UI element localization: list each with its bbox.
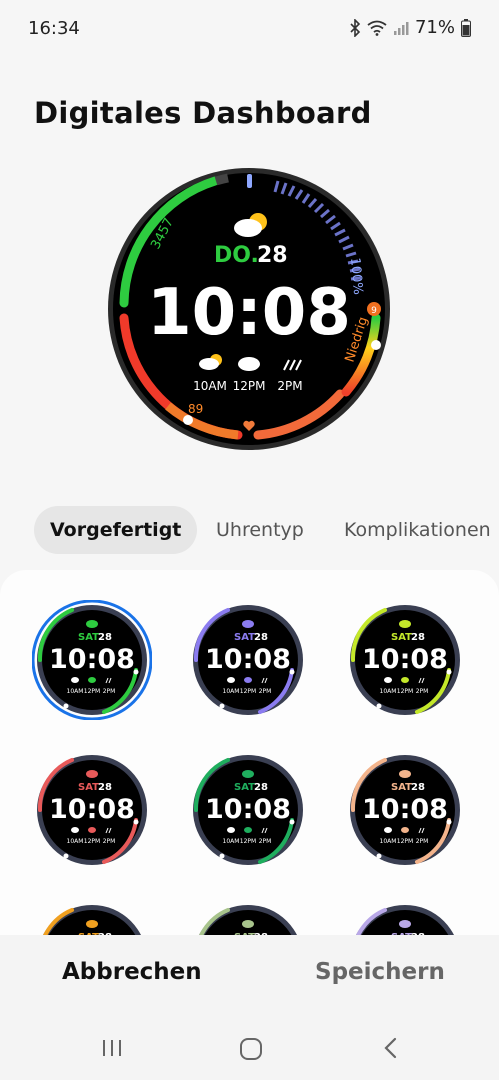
thumbnail-forecast-time: 12PM xyxy=(397,838,413,845)
page-title: Digitales Dashboard xyxy=(34,96,372,130)
battery-icon xyxy=(461,18,471,37)
save-button[interactable]: Speichern xyxy=(315,959,445,985)
watch-face-thumbnail[interactable]: SAT2810:0810AM12PM2PM xyxy=(32,900,152,935)
heart-rate-value: 89 xyxy=(188,402,203,416)
thumbnail-time: 10:08 xyxy=(362,644,448,675)
thumbnail-time: 10:08 xyxy=(205,794,291,825)
tab-uhrentyp[interactable]: Uhrentyp xyxy=(216,506,304,554)
watch-face-thumbnail[interactable]: SAT2810:08 10AM12PM2PM xyxy=(188,750,308,870)
thumbnail-day: SAT xyxy=(391,782,412,793)
navigation-bar xyxy=(0,1020,499,1080)
preset-grid: SAT 28 10:08 10AM 12PM 2PM SAT 28 10:08 10AM 12PM 2… xyxy=(0,570,499,935)
thumbnail-day: SAT xyxy=(234,632,255,643)
watch-face-thumbnail[interactable]: SAT2810:08 10AM12PM2PM xyxy=(345,600,465,720)
thumbnail-forecast-time: 12PM xyxy=(240,838,256,845)
watch-face-thumbnail[interactable]: SAT2810:0810AM12PM2PM xyxy=(188,900,308,935)
home-icon[interactable] xyxy=(238,1036,264,1062)
top-marker xyxy=(247,174,252,188)
thumbnail-forecast-time: 10AM xyxy=(380,688,397,695)
date-label: 28 xyxy=(257,243,288,268)
thumbnail-forecast-time: 12PM xyxy=(84,688,100,695)
thumbnail-day: SAT xyxy=(234,782,255,793)
forecast-cloud-icon xyxy=(238,357,260,371)
uv-index-value: 9 xyxy=(371,306,377,316)
thumbnail-time: 10:08 xyxy=(205,644,291,675)
thumbnail-forecast-time: 10AM xyxy=(223,838,240,845)
watch-face-thumbnail[interactable]: SAT2810:08 10AM12PM2PM xyxy=(32,600,152,720)
thumbnail-forecast-time: 12PM xyxy=(84,838,100,845)
thumbnail-date: 28 xyxy=(411,782,425,793)
signal-icon xyxy=(393,21,409,35)
watch-face-thumbnail[interactable]: SAT2810:08 10AM12PM2PM xyxy=(32,750,152,870)
thumbnail-day: SAT xyxy=(78,782,99,793)
recent-apps-icon[interactable] xyxy=(100,1036,124,1060)
thumbnail-date: 28 xyxy=(254,632,268,643)
forecast-time-2: 12PM xyxy=(233,379,266,393)
status-icons: 71% xyxy=(349,17,471,38)
watch-face-thumbnail[interactable]: SAT2810:0810AM12PM2PM xyxy=(345,900,465,935)
tab-bar: Vorgefertigt Uhrentyp Komplikationen xyxy=(0,500,499,560)
thumbnail-forecast-time: 2PM xyxy=(103,838,116,845)
tab-vorgefertigt[interactable]: Vorgefertigt xyxy=(34,506,198,554)
footer: Abbrechen Speichern xyxy=(0,935,499,1020)
thumbnail-forecast-time: 2PM xyxy=(416,838,429,845)
cancel-button[interactable]: Abbrechen xyxy=(62,959,202,985)
thumbnail-date: 28 xyxy=(411,632,425,643)
thumbnail-forecast-time: 10AM xyxy=(380,838,397,845)
thumbnail-time: 10:08 xyxy=(49,644,135,675)
thumbnail-forecast-time: 2PM xyxy=(259,838,272,845)
watch-face-thumbnail[interactable]: SAT2810:08 10AM12PM2PM xyxy=(345,750,465,870)
status-time: 16:34 xyxy=(28,18,80,39)
forecast-time-3: 2PM xyxy=(277,379,302,393)
thumbnail-time: 10:08 xyxy=(362,794,448,825)
day-label: DO. xyxy=(214,243,259,268)
tab-komplikationen[interactable]: Komplikationen xyxy=(344,506,491,554)
status-bar: 16:34 71% xyxy=(0,0,499,58)
thumbnail-day: SAT xyxy=(78,632,99,643)
thumbnail-time: 10:08 xyxy=(49,794,135,825)
thumbnail-forecast-time: 2PM xyxy=(259,688,272,695)
time-label: 10:08 xyxy=(147,276,351,350)
thumbnail-forecast-time: 10AM xyxy=(67,688,84,695)
battery-percentage: 71% xyxy=(414,17,455,38)
watch-face-thumbnail[interactable]: SAT2810:08 10AM12PM2PM xyxy=(188,600,308,720)
watch-face-preview[interactable]: 9 3457 100% Niedrig 89 DO. 28 10:08 10AM… xyxy=(108,168,390,450)
thumbnail-forecast-time: 10AM xyxy=(223,688,240,695)
wifi-icon xyxy=(367,20,387,36)
thumbnail-forecast-time: 12PM xyxy=(397,688,413,695)
thumbnail-forecast-time: 2PM xyxy=(103,688,116,695)
thumbnail-forecast-time: 2PM xyxy=(416,688,429,695)
forecast-time-1: 10AM xyxy=(193,379,227,393)
thumbnail-forecast-time: 12PM xyxy=(240,688,256,695)
thumbnail-day: SAT xyxy=(391,632,412,643)
back-icon[interactable] xyxy=(380,1036,402,1060)
thumbnail-date: 28 xyxy=(98,782,112,793)
thumbnail-date: 28 xyxy=(98,632,112,643)
bluetooth-icon xyxy=(350,18,361,37)
thumbnail-forecast-time: 10AM xyxy=(67,838,84,845)
thumbnail-date: 28 xyxy=(254,782,268,793)
